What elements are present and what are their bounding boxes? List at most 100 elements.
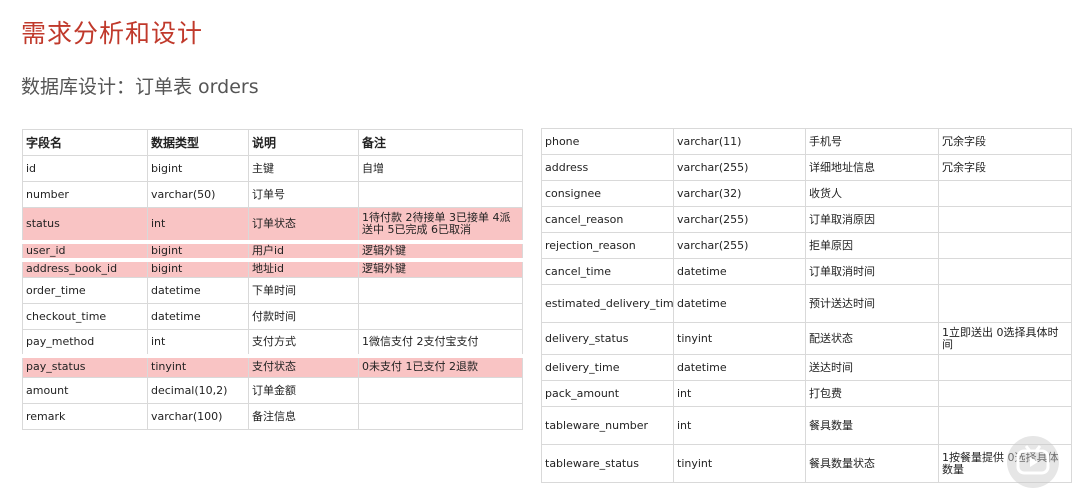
data-type-cell: varchar(255) <box>673 206 806 233</box>
video-player-logo-icon <box>1007 436 1059 488</box>
field-name-cell: cancel_time <box>541 258 674 285</box>
header-note: 备注 <box>358 129 523 156</box>
table-row: cancel_reason varchar(255) 订单取消原因 <box>541 206 1072 233</box>
data-type-cell: bigint <box>147 155 249 182</box>
data-type-cell: int <box>147 207 249 242</box>
header-data-type: 数据类型 <box>147 129 249 156</box>
table-row: number varchar(50) 订单号 <box>22 181 523 208</box>
data-type-cell: decimal(10,2) <box>147 377 249 404</box>
field-name-cell: phone <box>541 128 674 155</box>
header-description: 说明 <box>248 129 359 156</box>
note-cell <box>358 277 523 304</box>
note-cell <box>938 232 1072 259</box>
note-cell: 逻辑外键 <box>358 257 523 278</box>
field-name-cell: cancel_reason <box>541 206 674 233</box>
note-cell: 1待付款 2待接单 3已接单 4派送中 5已完成 6已取消 <box>358 207 523 242</box>
field-name-cell: tableware_number <box>541 406 674 445</box>
field-name-cell: checkout_time <box>22 303 148 330</box>
note-cell: 逻辑外键 <box>358 239 523 260</box>
note-cell <box>358 181 523 208</box>
table-row: rejection_reason varchar(255) 拒单原因 <box>541 232 1072 259</box>
field-name-cell: remark <box>22 403 148 430</box>
description-cell: 付款时间 <box>248 303 359 330</box>
field-name-cell: rejection_reason <box>541 232 674 259</box>
data-type-cell: int <box>673 406 806 445</box>
description-cell: 打包费 <box>805 380 939 407</box>
note-cell <box>938 354 1072 381</box>
table-row: amount decimal(10,2) 订单金额 <box>22 377 523 404</box>
description-cell: 用户id <box>248 239 359 260</box>
data-type-cell: int <box>147 329 249 356</box>
header-field-name: 字段名 <box>22 129 148 156</box>
field-name-cell: pack_amount <box>541 380 674 407</box>
description-cell: 详细地址信息 <box>805 154 939 181</box>
note-cell <box>938 206 1072 233</box>
field-name-cell: pay_status <box>22 353 148 378</box>
description-cell: 支付方式 <box>248 329 359 356</box>
data-type-cell: datetime <box>673 354 806 381</box>
table-row: order_time datetime 下单时间 <box>22 277 523 304</box>
description-cell: 餐具数量状态 <box>805 444 939 483</box>
orders-table-right: phone varchar(11) 手机号 冗余字段 address varchar(25… <box>541 128 1072 483</box>
data-type-cell: varchar(255) <box>673 154 806 181</box>
note-cell <box>938 258 1072 285</box>
field-name-cell: estimated_delivery_time <box>541 284 674 323</box>
data-type-cell: bigint <box>147 257 249 278</box>
data-type-cell: varchar(255) <box>673 232 806 259</box>
note-cell: 冗余字段 <box>938 154 1072 181</box>
field-name-cell: order_time <box>22 277 148 304</box>
field-name-cell: number <box>22 181 148 208</box>
table-row: user_id bigint 用户id 逻辑外键 <box>22 239 523 260</box>
description-cell: 预计送达时间 <box>805 284 939 323</box>
note-cell: 0未支付 1已支付 2退款 <box>358 353 523 378</box>
data-type-cell: datetime <box>673 284 806 323</box>
table-row: delivery_time datetime 送达时间 <box>541 354 1072 381</box>
note-cell <box>938 180 1072 207</box>
note-cell <box>358 377 523 404</box>
description-cell: 配送状态 <box>805 322 939 355</box>
table-row: consignee varchar(32) 收货人 <box>541 180 1072 207</box>
table-row: pack_amount int 打包费 <box>541 380 1072 407</box>
table-row: checkout_time datetime 付款时间 <box>22 303 523 330</box>
description-cell: 送达时间 <box>805 354 939 381</box>
note-cell <box>938 284 1072 323</box>
description-cell: 主键 <box>248 155 359 182</box>
table-row: delivery_status tinyint 配送状态 1立即送出 0选择具体时间 <box>541 322 1072 355</box>
note-cell: 1微信支付 2支付宝支付 <box>358 329 523 356</box>
description-cell: 地址id <box>248 257 359 278</box>
field-name-cell: user_id <box>22 239 148 260</box>
data-type-cell: varchar(100) <box>147 403 249 430</box>
table-row: pay_method int 支付方式 1微信支付 2支付宝支付 <box>22 329 523 356</box>
description-cell: 订单取消时间 <box>805 258 939 285</box>
field-name-cell: pay_method <box>22 329 148 356</box>
note-cell <box>358 303 523 330</box>
data-type-cell: datetime <box>147 277 249 304</box>
note-cell <box>358 403 523 430</box>
description-cell: 下单时间 <box>248 277 359 304</box>
data-type-cell: varchar(11) <box>673 128 806 155</box>
description-cell: 拒单原因 <box>805 232 939 259</box>
table-row: pay_status tinyint 支付状态 0未支付 1已支付 2退款 <box>22 353 523 378</box>
description-cell: 支付状态 <box>248 353 359 378</box>
table-row: tableware_status tinyint 餐具数量状态 1按餐量提供 0选择具… <box>541 444 1072 483</box>
table-row: address_book_id bigint 地址id 逻辑外键 <box>22 257 523 278</box>
data-type-cell: int <box>673 380 806 407</box>
description-cell: 订单状态 <box>248 207 359 242</box>
table-row: tableware_number int 餐具数量 <box>541 406 1072 445</box>
description-cell: 订单金额 <box>248 377 359 404</box>
description-cell: 订单号 <box>248 181 359 208</box>
field-name-cell: tableware_status <box>541 444 674 483</box>
table-row: status int 订单状态 1待付款 2待接单 3已接单 4派送中 5已完成 6已… <box>22 207 523 242</box>
note-cell: 自增 <box>358 155 523 182</box>
description-cell: 餐具数量 <box>805 406 939 445</box>
table-row: estimated_delivery_time datetime 预计送达时间 <box>541 284 1072 323</box>
data-type-cell: datetime <box>147 303 249 330</box>
field-name-cell: status <box>22 207 148 242</box>
note-cell: 1立即送出 0选择具体时间 <box>938 322 1072 355</box>
note-cell: 冗余字段 <box>938 128 1072 155</box>
field-name-cell: amount <box>22 377 148 404</box>
table-row: cancel_time datetime 订单取消时间 <box>541 258 1072 285</box>
data-type-cell: varchar(50) <box>147 181 249 208</box>
description-cell: 收货人 <box>805 180 939 207</box>
table-row: remark varchar(100) 备注信息 <box>22 403 523 430</box>
